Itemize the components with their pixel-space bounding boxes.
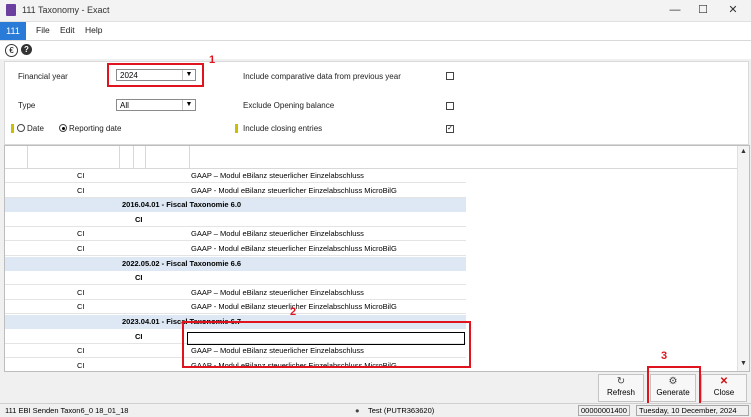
- group-title: 2022.05.02 - Fiscal Taxonomie 6.6: [122, 258, 242, 268]
- icon-toolbar: € ?: [0, 41, 751, 59]
- table-row[interactable]: CI GAAP – Modul eBilanz steuerlicher Einz…: [5, 227, 466, 242]
- exclude-opening-checkbox[interactable]: [446, 102, 454, 110]
- annotation-number-3: 3: [661, 350, 668, 362]
- status-bar: 111 EBI Senden Taxon6_0 18_01_18 ● Test …: [0, 403, 751, 417]
- comparative-checkbox[interactable]: [446, 72, 454, 80]
- status-number: 00000001400: [578, 405, 630, 416]
- refresh-button[interactable]: ↻ Refresh: [598, 374, 644, 402]
- close-window-button[interactable]: ✕: [718, 0, 748, 21]
- exclude-opening-label: Exclude Opening balance: [243, 101, 335, 110]
- closing-entries-checkbox[interactable]: ✓: [446, 125, 454, 133]
- annotation-number-1: 1: [209, 54, 216, 66]
- description-cell: GAAP – Modul eBilanz steuerlicher Einzel…: [191, 171, 364, 180]
- reporting-date-radio[interactable]: [59, 124, 67, 132]
- refresh-icon: ↻: [616, 376, 626, 387]
- close-label: Close: [713, 388, 735, 397]
- grid-column[interactable]: [119, 146, 120, 168]
- menu-file[interactable]: File: [36, 25, 50, 35]
- financial-year-label: Financial year: [18, 72, 68, 81]
- ci-cell: CI: [77, 171, 85, 180]
- description-cell: GAAP - Modul eBilanz steuerlicher Einzel…: [191, 185, 397, 195]
- date-radio-label: Date: [27, 124, 44, 133]
- grid-header: [5, 146, 738, 169]
- ci-cell: CI: [77, 185, 85, 195]
- ci-cell: CI: [77, 346, 85, 356]
- reporting-date-label: Reporting date: [69, 124, 122, 133]
- description-cell: GAAP - Modul eBilanz steuerlicher Einzel…: [191, 244, 397, 253]
- closing-entries-label: Include closing entries: [243, 124, 323, 133]
- table-row[interactable]: CI GAAP – Modul eBilanz steuerlicher Einz…: [5, 169, 466, 183]
- table-row[interactable]: CI GAAP - Modul eBilanz steuerlicher Einz…: [5, 242, 466, 256]
- selected-row-outline: [187, 332, 465, 345]
- annotation-box-1: [107, 63, 204, 87]
- group-row[interactable]: 2022.05.02 - Fiscal Taxonomie 6.6: [5, 256, 466, 271]
- grid-column[interactable]: [27, 146, 28, 168]
- ci-label: CI: [135, 273, 143, 283]
- grid-column[interactable]: [133, 146, 134, 168]
- minimize-button[interactable]: —: [660, 0, 690, 21]
- ci-label: CI: [135, 331, 143, 341]
- description-cell: GAAP – Modul eBilanz steuerlicher Einzel…: [191, 287, 364, 297]
- window-title: 111 Taxonomy - Exact: [22, 5, 110, 15]
- refresh-label: Refresh: [606, 388, 635, 397]
- type-label: Type: [18, 101, 36, 110]
- grid-column[interactable]: [189, 146, 190, 168]
- annotation-number-2: 2: [290, 306, 297, 318]
- menu-bar: 111 File Edit Help: [0, 22, 751, 41]
- status-company: 111 EBI Senden Taxon6_0 18_01_18: [5, 406, 129, 415]
- menu-badge[interactable]: 111: [0, 22, 26, 40]
- menu-edit[interactable]: Edit: [60, 25, 75, 35]
- marker-icon: [11, 124, 14, 133]
- dropdown-arrow-icon: ▼: [182, 100, 195, 110]
- grid-scrollbar[interactable]: ▲ ▼: [737, 146, 749, 371]
- type-select[interactable]: All ▼: [116, 99, 196, 111]
- ci-cell: CI: [77, 287, 85, 297]
- ci-subrow[interactable]: CI: [5, 212, 466, 227]
- ci-cell: CI: [77, 244, 85, 253]
- ci-cell: CI: [77, 360, 85, 370]
- help-icon[interactable]: ?: [21, 44, 32, 55]
- ci-cell: CI: [77, 229, 85, 239]
- date-radio[interactable]: [17, 124, 25, 132]
- euro-icon[interactable]: €: [5, 44, 18, 57]
- comparative-label: Include comparative data from previous y…: [243, 72, 401, 81]
- ci-subrow[interactable]: CI: [5, 271, 466, 286]
- title-bar: 111 Taxonomy - Exact — ☐ ✕: [0, 0, 751, 22]
- annotation-box-3: [647, 366, 701, 406]
- status-user: Test (PUTR363620): [368, 406, 435, 415]
- menu-help[interactable]: Help: [85, 25, 102, 35]
- status-date: Tuesday, 10 December, 2024: [636, 405, 749, 416]
- description-cell: GAAP – Modul eBilanz steuerlicher Einzel…: [191, 229, 364, 239]
- grid-column[interactable]: [145, 146, 146, 168]
- marker-icon: [235, 124, 238, 133]
- scroll-down-icon[interactable]: ▼: [740, 360, 747, 367]
- table-row[interactable]: CI GAAP - Modul eBilanz steuerlicher Einz…: [5, 300, 466, 315]
- app-icon: [6, 4, 16, 16]
- group-row[interactable]: 2016.04.01 - Fiscal Taxonomie 6.0: [5, 198, 466, 213]
- table-row[interactable]: CI GAAP - Modul eBilanz steuerlicher Einz…: [5, 183, 466, 198]
- scroll-up-icon[interactable]: ▲: [740, 148, 747, 155]
- group-title: 2016.04.01 - Fiscal Taxonomie 6.0: [122, 200, 242, 210]
- close-icon: ✕: [719, 376, 729, 387]
- close-button[interactable]: ✕ Close: [701, 374, 747, 402]
- maximize-button[interactable]: ☐: [688, 0, 718, 21]
- table-row[interactable]: CI GAAP – Modul eBilanz steuerlicher Einz…: [5, 285, 466, 300]
- type-value: All: [120, 101, 129, 110]
- user-icon: ●: [355, 406, 360, 415]
- ci-cell: CI: [77, 302, 85, 312]
- ci-label: CI: [135, 214, 143, 224]
